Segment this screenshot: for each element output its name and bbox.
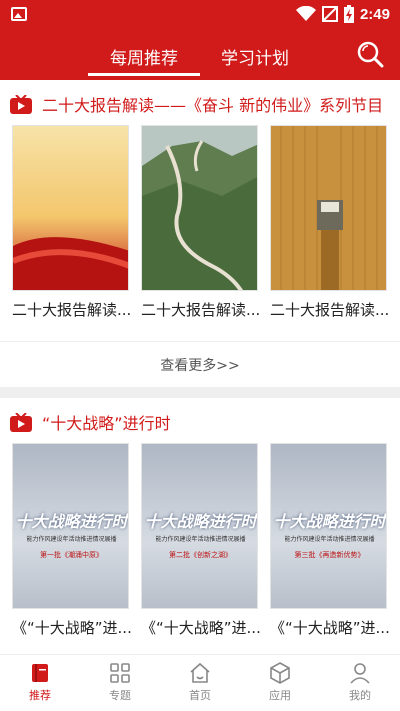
status-icons: 2:49 [295, 4, 390, 24]
section-ten-strategies: “十大战略”进行时 十大战略进行时 能力作风建设年活动推进情况展播 第一批《潮涌… [0, 398, 400, 658]
video-thumbnail[interactable]: 十大战略进行时 能力作风建设年活动推进情况展播 第二批《创新之湖》 [141, 443, 258, 609]
nav-label: 我的 [349, 689, 371, 702]
video-thumbnail[interactable] [141, 125, 258, 291]
book-icon [32, 664, 48, 682]
active-tab-indicator [88, 73, 200, 76]
episode-label: 第二批《创新之湖》 [169, 551, 232, 559]
status-bar: 2:49 [0, 0, 400, 28]
nav-apps[interactable]: 应用 [250, 661, 310, 703]
video-caption: 《“十大战略”进... [270, 619, 390, 637]
tab-study-plan[interactable]: 学习计划 [221, 44, 289, 69]
episode-label: 第一批《潮涌中原》 [40, 551, 103, 559]
video-caption: 二十大报告解读... [12, 301, 132, 319]
thumbnail-subtitle: 能力作风建设年活动推进情况展播 [26, 536, 117, 543]
cube-icon [270, 662, 290, 684]
video-thumbnail[interactable] [270, 125, 387, 291]
section-title: “十大战略”进行时 [42, 414, 171, 433]
video-caption: 《“十大战略”进... [12, 619, 132, 637]
video-caption: 《“十大战略”进... [141, 619, 261, 637]
video-thumbnail[interactable]: 十大战略进行时 能力作风建设年活动推进情况展播 第三批《再造新优势》 [270, 443, 387, 609]
video-thumbnail[interactable]: 十大战略进行时 能力作风建设年活动推进情况展播 第一批《潮涌中原》 [12, 443, 129, 609]
tv-icon [10, 94, 32, 114]
section-header: “十大战略”进行时 [10, 410, 171, 434]
thumbnail-subtitle: 能力作风建设年活动推进情况展播 [155, 536, 246, 543]
bottom-navigation: 推荐 专题 首页 应用 我的 [0, 654, 400, 711]
nav-mine[interactable]: 我的 [330, 661, 390, 703]
tv-icon [10, 412, 32, 432]
thumbnail-subtitle: 能力作风建设年活动推进情况展播 [284, 536, 375, 543]
thumbnail-headline: 十大战略进行时 [273, 512, 386, 531]
grid-icon [110, 663, 130, 683]
episode-label: 第三批《再造新优势》 [294, 551, 365, 559]
see-more-link[interactable]: 查看更多>> [0, 355, 400, 375]
video-card[interactable]: 十大战略进行时 能力作风建设年活动推进情况展播 第三批《再造新优势》 《“十大战… [270, 443, 390, 638]
nav-label: 应用 [269, 689, 291, 702]
nav-label: 首页 [189, 689, 211, 702]
no-signal-icon [321, 6, 338, 22]
thumbnail-headline: 十大战略进行时 [144, 512, 257, 531]
divider [0, 341, 400, 342]
thumbnail-headline: 十大战略进行时 [15, 512, 128, 531]
section-separator [0, 387, 400, 398]
video-caption: 二十大报告解读... [141, 301, 261, 319]
top-bar: 2:49 每周推荐 学习计划 [0, 0, 400, 80]
video-card[interactable]: 二十大报告解读... [141, 125, 260, 320]
nav-label: 专题 [109, 689, 131, 702]
tab-weekly-recommend[interactable]: 每周推荐 [110, 44, 178, 69]
nav-recommend[interactable]: 推荐 [10, 661, 70, 703]
video-card[interactable]: 十大战略进行时 能力作风建设年活动推进情况展播 第一批《潮涌中原》 《“十大战略… [12, 443, 132, 638]
home-icon [190, 662, 210, 683]
battery-charging-icon [343, 5, 354, 23]
status-time: 2:49 [359, 5, 390, 23]
section-header: 二十大报告解读——《奋斗 新的伟业》系列节目 [10, 92, 383, 116]
nav-home[interactable]: 首页 [170, 661, 230, 703]
video-card[interactable]: 十大战略进行时 能力作风建设年活动推进情况展播 第二批《创新之湖》 《“十大战略… [141, 443, 261, 638]
wifi-icon [295, 6, 316, 21]
video-card[interactable]: 二十大报告解读... [12, 125, 131, 320]
search-icon[interactable] [356, 40, 384, 68]
card-list: 十大战略进行时 能力作风建设年活动推进情况展播 第一批《潮涌中原》 《“十大战略… [12, 443, 390, 638]
video-card[interactable]: 二十大报告解读... [270, 125, 389, 320]
card-list: 二十大报告解读... 二十大报告解读... 二十大报告解读... [12, 125, 389, 320]
image-icon [11, 7, 27, 21]
section-report-interpretation: 二十大报告解读——《奋斗 新的伟业》系列节目 二十大报告解读... 二十大报告解… [0, 80, 400, 387]
header-tabs: 每周推荐 学习计划 [0, 38, 400, 78]
video-thumbnail[interactable] [12, 125, 129, 291]
nav-label: 推荐 [29, 689, 51, 702]
nav-topics[interactable]: 专题 [90, 661, 150, 703]
video-caption: 二十大报告解读... [270, 301, 390, 319]
section-title: 二十大报告解读——《奋斗 新的伟业》系列节目 [42, 96, 384, 115]
person-icon [350, 663, 370, 684]
